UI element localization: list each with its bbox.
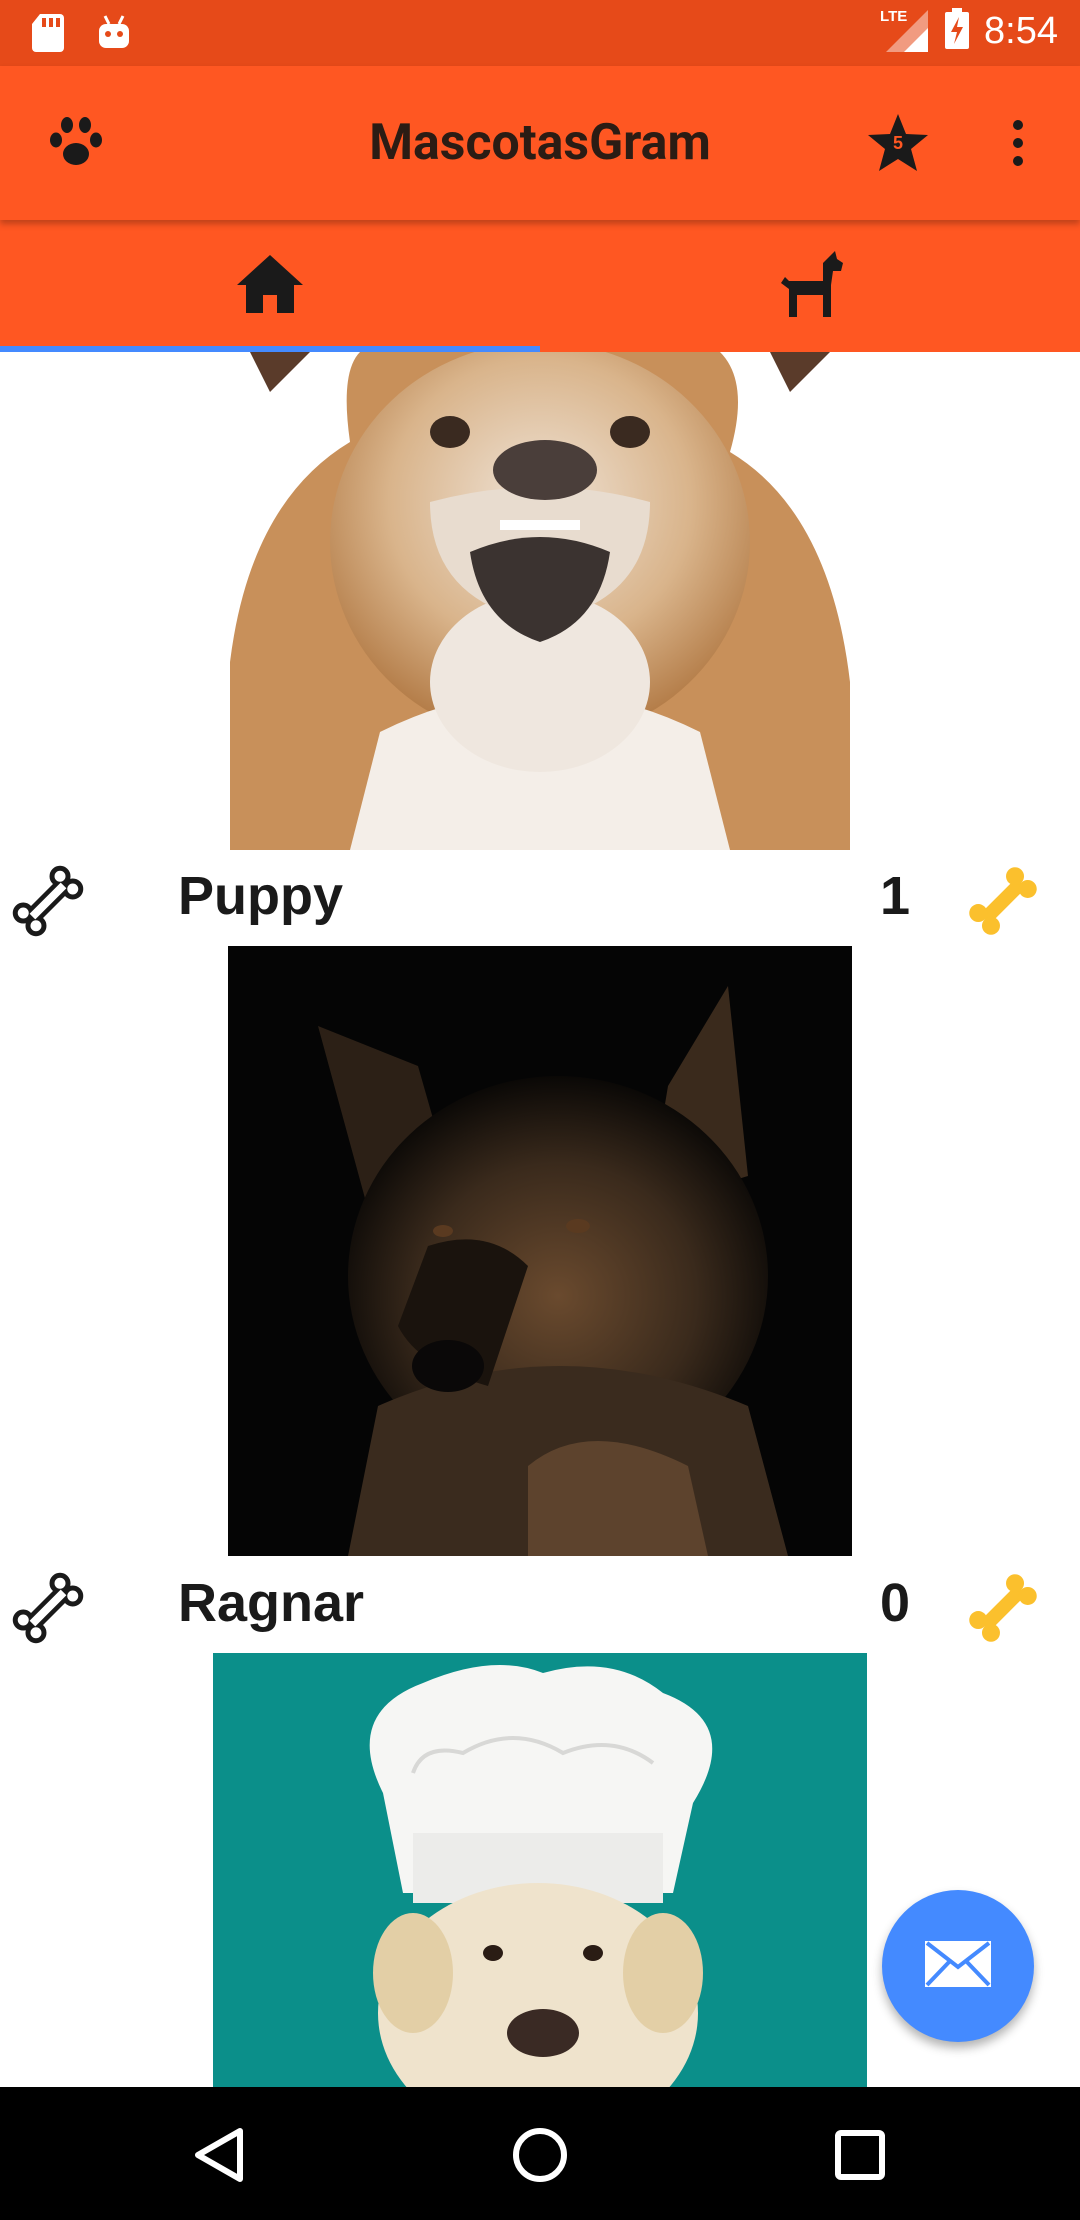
pet-row: Ragnar 0 [0,1562,1080,1658]
status-bar: LTE 8:54 [0,0,1080,66]
favorites-badge: 5 [892,133,903,153]
pet-photo [213,1653,867,2087]
clock: 8:54 [984,9,1058,52]
android-icon [96,12,132,56]
home-circle-icon [513,2128,567,2182]
tab-dog[interactable] [540,220,1080,352]
bone-icon[interactable] [965,1570,1041,1650]
pet-row: Puppy 1 [0,855,1080,951]
back-icon [195,2128,243,2182]
bone-icon[interactable] [965,863,1041,943]
bone-outline-icon[interactable] [10,863,86,943]
pet-list[interactable]: Puppy 1 Ragnar 0 [0,352,1080,2087]
home-icon [235,253,305,319]
send-email-button[interactable] [882,1890,1034,2042]
pet-likes-count: 0 [880,1573,911,1633]
lte-label: LTE [880,8,908,25]
more-vert-icon[interactable] [1006,118,1030,172]
tab-indicator [0,346,540,352]
battery-charging-icon [944,8,970,54]
email-icon [923,1939,993,1993]
pet-photo [230,352,850,850]
sd-card-icon [30,12,66,56]
pet-likes-count: 1 [880,866,911,926]
back-button[interactable] [180,2115,260,2195]
navigation-bar [0,2087,1080,2220]
recents-button[interactable] [820,2115,900,2195]
app-bar: MascotasGram 5 [0,66,1080,220]
star-icon[interactable]: 5 [866,112,930,174]
lte-signal-icon: LTE [880,6,930,56]
pet-name: Puppy [178,866,344,926]
dog-icon [775,249,845,323]
tab-bar [0,220,1080,352]
tab-home[interactable] [0,220,540,352]
recents-icon [835,2130,885,2180]
pet-photo [228,946,852,1556]
pet-name: Ragnar [178,1573,365,1633]
bone-outline-icon[interactable] [10,1570,86,1650]
home-button[interactable] [500,2115,580,2195]
